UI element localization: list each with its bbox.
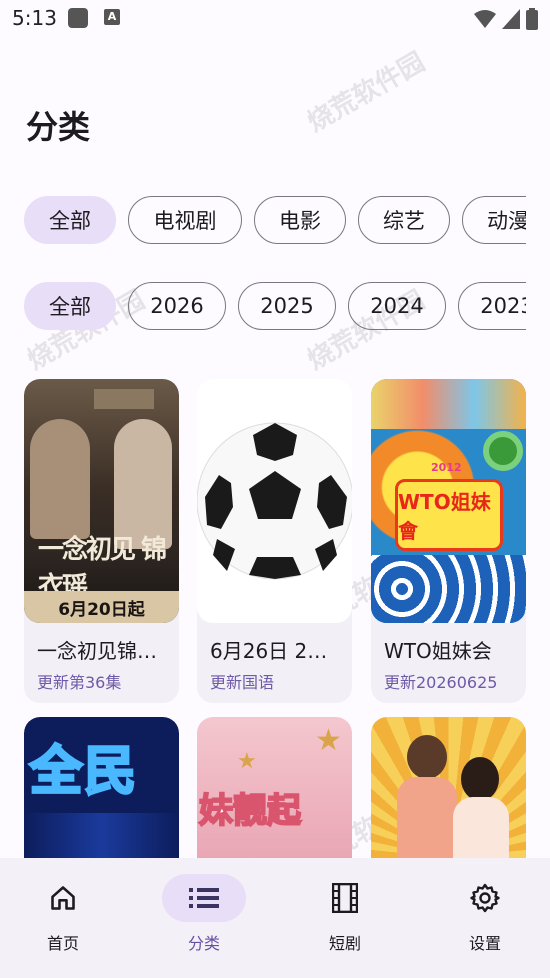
nav-item-category[interactable]: 分类 [134,874,274,954]
type-chip-anime[interactable]: 动漫 [462,196,526,244]
card-subtitle: 更新第36集 [37,673,122,692]
gear-icon [470,883,500,913]
nav-icon-container [443,874,527,922]
poster-title-text: WTO姐妹會 [395,479,503,551]
poster-lower-band [24,813,179,858]
bottom-navigation: 首页 分类 短剧 设置 [0,858,550,978]
status-bar: 5:13 A [0,0,550,38]
card-title: WTO姐妹会 [384,639,492,663]
status-right [474,8,538,30]
nav-label-home: 首页 [46,934,79,953]
poster-cast-strip [371,379,526,429]
star-icon: ★ [237,749,257,774]
year-chip-2026[interactable]: 2026 [128,282,226,330]
list-icon [189,888,219,908]
page-title: 分类 [26,108,91,146]
film-icon [332,883,358,913]
card-poster [197,379,352,623]
card-poster: 全民 [24,717,179,858]
media-card[interactable]: ★ ★ 妹靓起 [197,717,352,858]
home-icon [51,886,75,910]
soccer-ball-icon [197,422,352,580]
nav-item-home[interactable]: 首页 [0,874,133,954]
card-subtitle: 更新20260625 [384,673,498,692]
poster-rings-decoration [371,555,526,623]
cell-signal-icon [502,9,520,29]
year-chip-all[interactable]: 全部 [24,282,116,330]
nav-icon-container [162,874,246,922]
poster-figure-left [30,419,90,539]
star-icon: ★ [315,723,342,758]
type-chip-tv[interactable]: 电视剧 [128,196,242,244]
app-notification-icon [68,8,88,28]
wifi-icon [474,10,496,28]
poster-person-body [453,797,509,858]
poster-sign [94,389,154,409]
nav-label-settings: 设置 [468,934,501,953]
nav-icon-container [21,874,105,922]
poster-person-body [397,777,457,858]
card-title: 6月26日 2026世界杯 [210,639,352,663]
card-poster: 一念初见 锦衣瑶 6月20日起 [24,379,179,623]
card-poster [371,717,526,858]
type-filter-row: 全部 电视剧 电影 综艺 动漫 [24,196,526,244]
year-chip-2023[interactable]: 2023 [458,282,526,330]
card-subtitle: 更新国语 [210,673,275,692]
nav-item-settings[interactable]: 设置 [415,874,550,954]
media-card[interactable]: 2012 WTO姐妹會 WTO姐妹会 更新20260625 [371,379,526,703]
card-poster: ★ ★ 妹靓起 [197,717,352,858]
nav-label-category: 分类 [187,934,220,953]
a-notification-icon: A [104,9,120,25]
card-title: 一念初见锦衣瑶 [37,639,177,663]
poster-circle-decoration [483,431,523,471]
watermark: 烧荒软件园 [302,47,431,139]
media-card[interactable]: 一念初见 锦衣瑶 6月20日起 一念初见锦衣瑶 更新第36集 [24,379,179,703]
poster-title-text: 全民 [28,741,139,804]
type-chip-variety[interactable]: 综艺 [358,196,450,244]
type-chip-all[interactable]: 全部 [24,196,116,244]
poster-person-head [461,757,499,801]
poster-person-head [407,735,447,779]
year-chip-2024[interactable]: 2024 [348,282,446,330]
media-card[interactable]: 全民 [24,717,179,858]
status-time: 5:13 [12,6,57,30]
media-card[interactable] [371,717,526,858]
type-chip-movie[interactable]: 电影 [254,196,346,244]
poster-date-badge: 6月20日起 [24,591,179,623]
year-chip-2025[interactable]: 2025 [238,282,336,330]
nav-item-short-drama[interactable]: 短剧 [275,874,415,954]
media-card[interactable]: 6月26日 2026世界杯 更新国语 [197,379,352,703]
poster-title-text: 妹靓起 [198,790,302,832]
battery-icon [526,8,538,30]
card-poster: 2012 WTO姐妹會 [371,379,526,623]
poster-year-text: 2012 [431,461,462,474]
nav-label-short-drama: 短剧 [328,934,361,953]
nav-icon-container [303,874,387,922]
year-filter-row: 全部 2026 2025 2024 2023 [24,282,526,330]
